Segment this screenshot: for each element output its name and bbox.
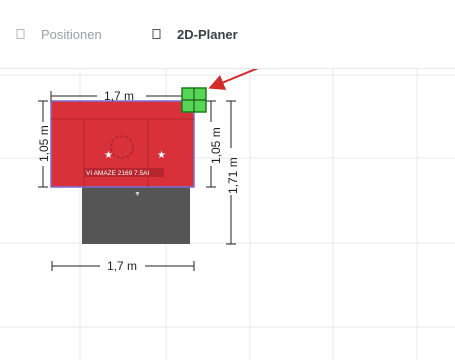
dim-bottom-label: 1,7 m (107, 259, 137, 273)
planner-canvas[interactable]: ★ ★ VI AMAZE 2169 7.5AI ▼ 1,7 m 1,05 m 1… (0, 69, 455, 360)
planner-drawing: ★ ★ VI AMAZE 2169 7.5AI ▼ 1,7 m 1,05 m 1… (0, 69, 455, 360)
dim-top-label: 1,7 m (104, 89, 134, 103)
tab-2d-planer-label: 2D-Planer (177, 26, 238, 42)
caret-down-icon: ▼ (134, 191, 141, 198)
tab-positions[interactable]: Positionen (15, 24, 102, 44)
star-icon: ★ (157, 150, 166, 161)
dim-right-outer-label: 1,71 m (226, 157, 240, 194)
resize-handle[interactable] (181, 87, 207, 113)
tab-2d-planer[interactable]: 2D-Planer (151, 24, 238, 44)
tab-positions-label: Positionen (41, 26, 102, 42)
square-icon (15, 28, 27, 40)
annotation-arrow (208, 69, 259, 90)
square-icon (151, 28, 163, 40)
star-icon: ★ (104, 150, 113, 161)
dim-right-inner-label: 1,05 m (209, 127, 223, 164)
top-tab-bar: Positionen 2D-Planer (0, 0, 455, 68)
object-label: VI AMAZE 2169 7.5AI (86, 170, 149, 177)
dim-left-label: 1,05 m (37, 125, 51, 162)
